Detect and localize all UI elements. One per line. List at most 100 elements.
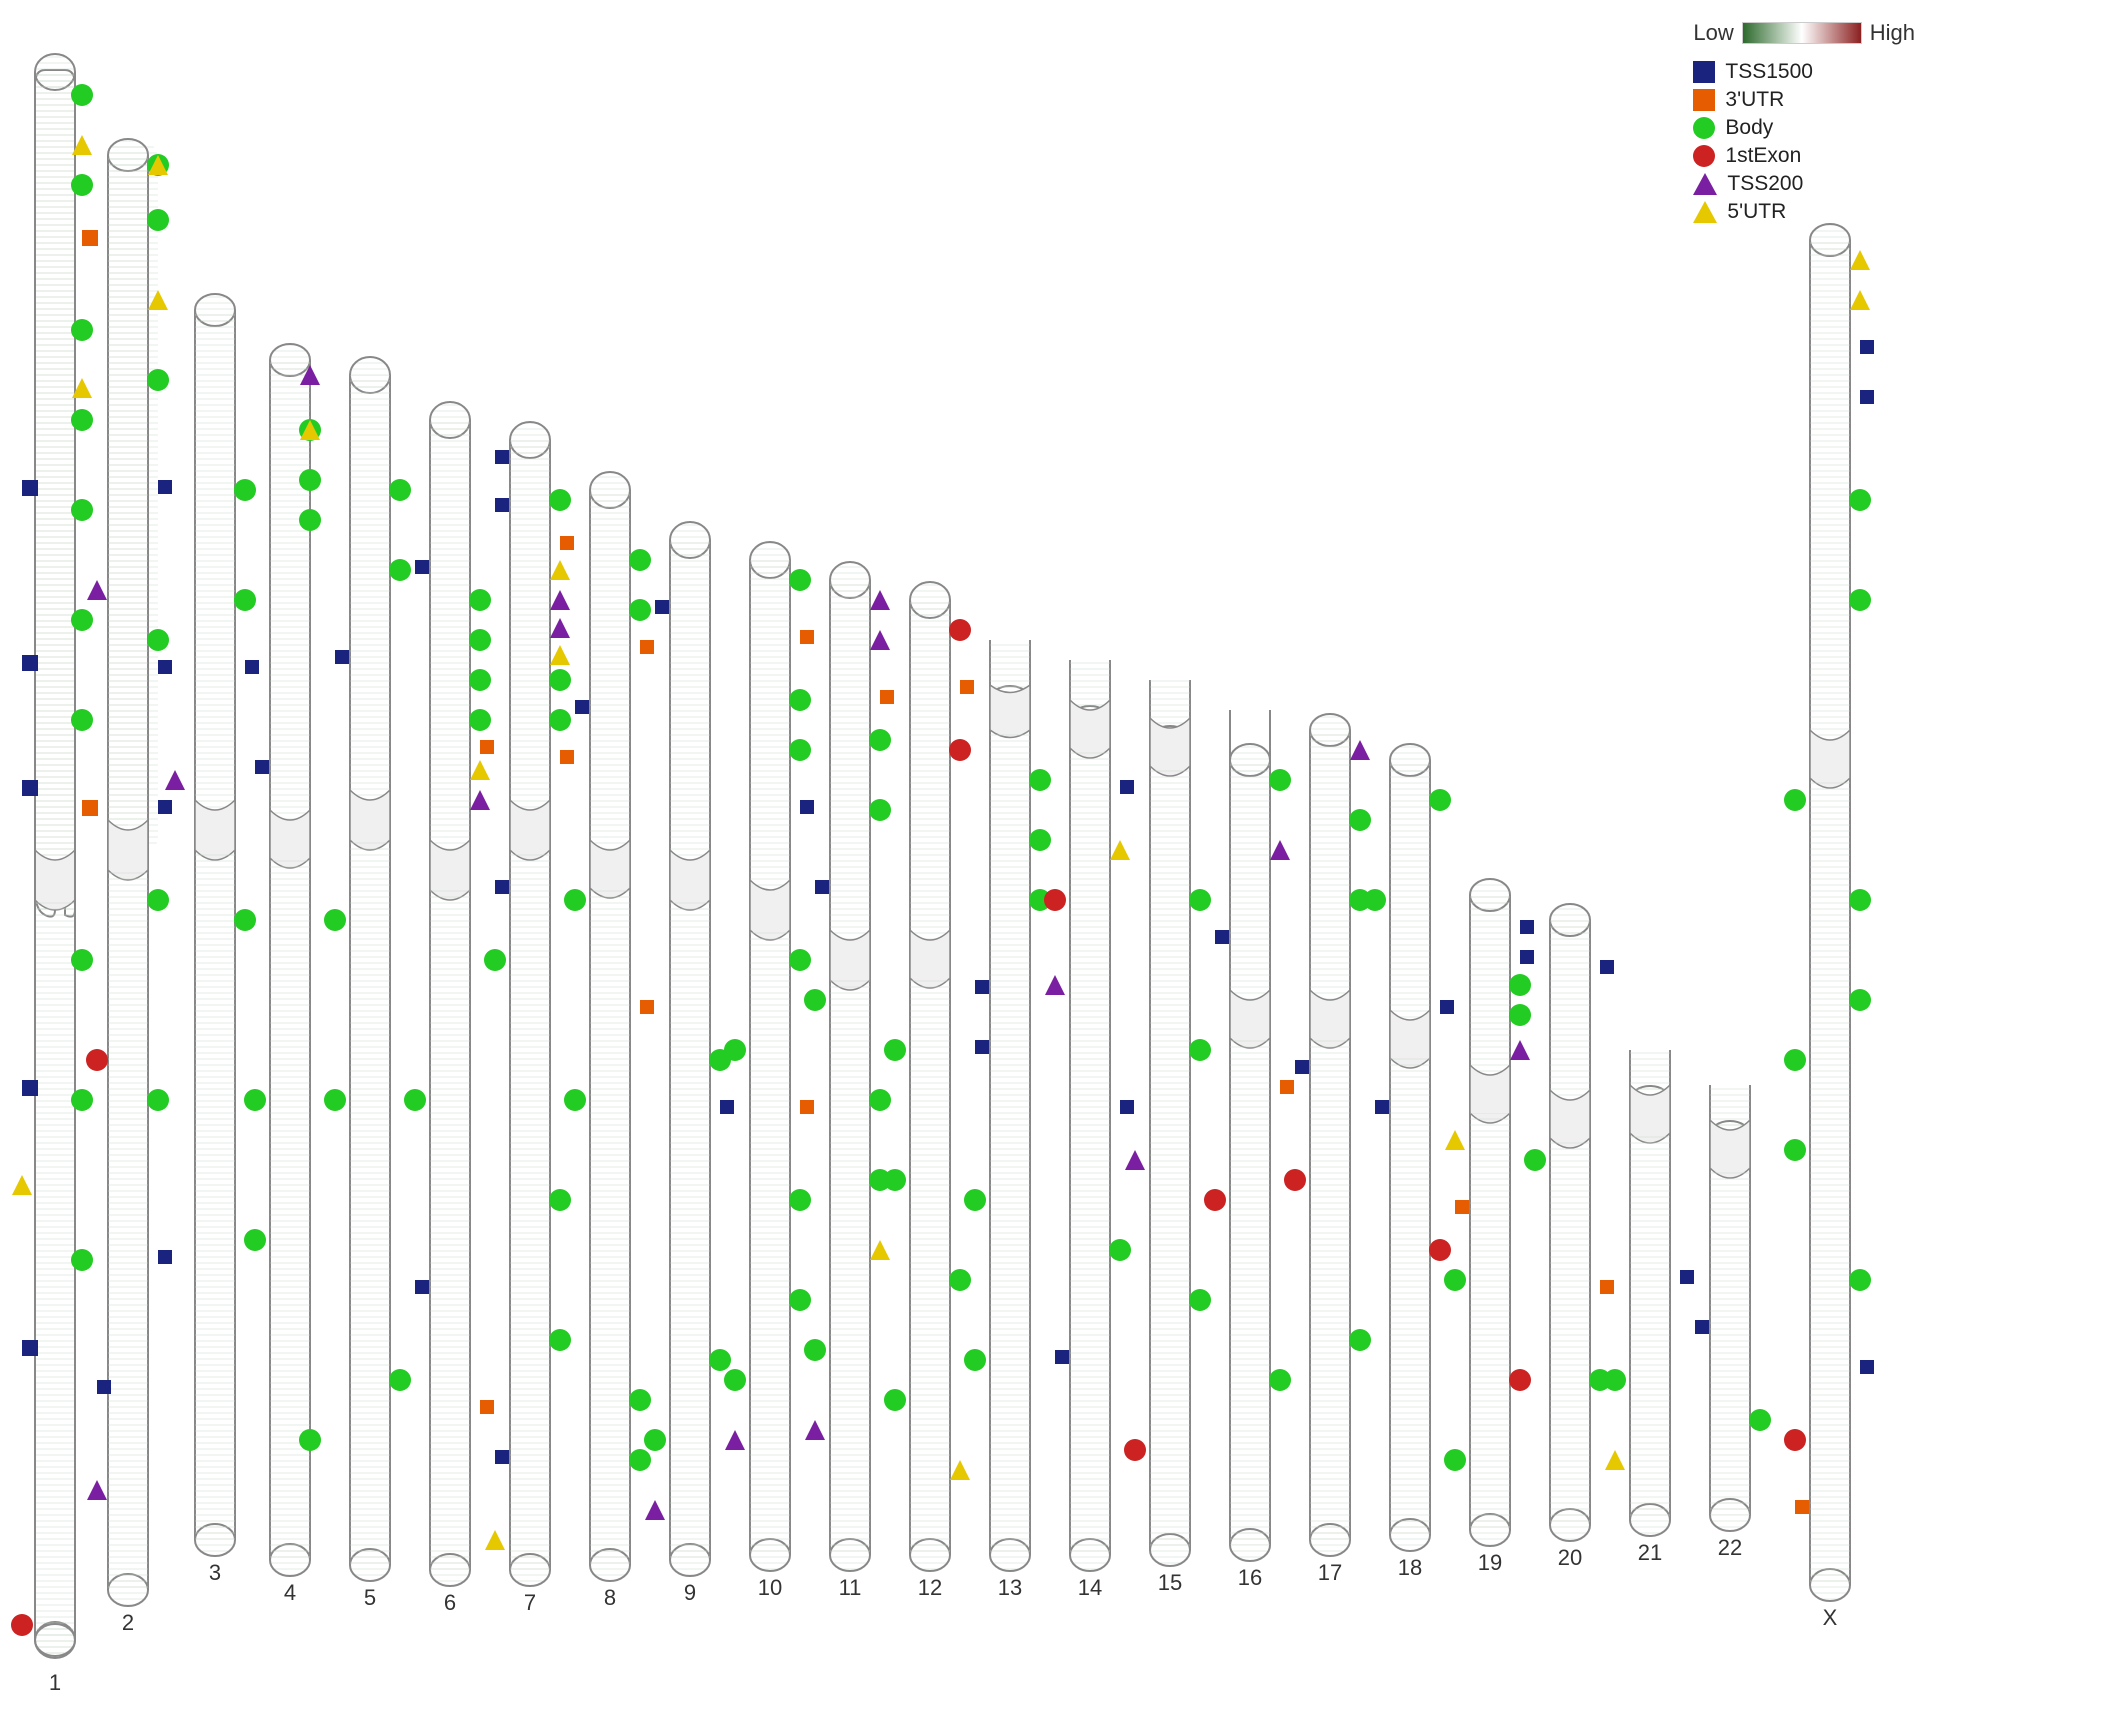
marker xyxy=(71,174,93,196)
marker xyxy=(870,630,890,650)
main-container: Low High TSS1500 3'UTR Body 1stExon xyxy=(0,0,2115,1733)
chrom-20: 20 xyxy=(1524,904,1614,1570)
marker xyxy=(335,650,349,664)
marker xyxy=(470,790,490,810)
marker xyxy=(789,1289,811,1311)
marker xyxy=(1849,589,1871,611)
svg-text:13: 13 xyxy=(998,1575,1022,1600)
marker xyxy=(560,750,574,764)
marker xyxy=(964,1349,986,1371)
marker xyxy=(324,1089,346,1111)
marker xyxy=(470,760,490,780)
marker xyxy=(165,770,185,790)
marker xyxy=(960,680,974,694)
marker xyxy=(645,1500,665,1520)
chrom-21: 21 xyxy=(1604,1050,1694,1565)
marker xyxy=(389,479,411,501)
marker xyxy=(1860,340,1874,354)
marker xyxy=(1749,1409,1771,1431)
marker xyxy=(469,629,491,651)
marker xyxy=(71,409,93,431)
marker xyxy=(299,469,321,491)
chromosomes-svg: 1 xyxy=(0,0,2115,1733)
marker xyxy=(1189,889,1211,911)
marker xyxy=(1429,789,1451,811)
marker xyxy=(1269,769,1291,791)
marker xyxy=(469,669,491,691)
marker xyxy=(1280,1080,1294,1094)
marker xyxy=(1109,1239,1131,1261)
marker xyxy=(484,949,506,971)
marker xyxy=(1849,989,1871,1011)
marker xyxy=(71,709,93,731)
marker xyxy=(1850,290,1870,310)
marker xyxy=(1600,960,1614,974)
marker xyxy=(389,1369,411,1391)
marker xyxy=(71,949,93,971)
chrom-2: 2 xyxy=(86,139,172,1635)
svg-text:12: 12 xyxy=(918,1575,942,1600)
svg-text:19: 19 xyxy=(1478,1550,1502,1575)
marker xyxy=(82,800,98,816)
svg-text:7: 7 xyxy=(524,1590,536,1615)
marker xyxy=(884,1389,906,1411)
marker xyxy=(950,1460,970,1480)
chrom-16: 16 xyxy=(1204,710,1294,1590)
marker xyxy=(158,660,172,674)
marker xyxy=(1125,1150,1145,1170)
marker xyxy=(71,609,93,631)
svg-text:4: 4 xyxy=(284,1580,296,1605)
marker xyxy=(255,760,269,774)
marker xyxy=(1215,930,1229,944)
marker xyxy=(1189,1289,1211,1311)
chrom-8: 8 xyxy=(564,472,654,1610)
marker xyxy=(22,1080,38,1096)
svg-text:10: 10 xyxy=(758,1575,782,1600)
marker xyxy=(1270,840,1290,860)
marker xyxy=(415,560,429,574)
marker xyxy=(640,640,654,654)
marker xyxy=(1784,1139,1806,1161)
marker xyxy=(805,1420,825,1440)
marker xyxy=(1680,1270,1694,1284)
marker xyxy=(720,1100,734,1114)
marker xyxy=(158,480,172,494)
marker xyxy=(147,629,169,651)
svg-text:21: 21 xyxy=(1638,1540,1662,1565)
marker xyxy=(804,989,826,1011)
marker xyxy=(82,230,98,246)
marker xyxy=(1509,1004,1531,1026)
marker xyxy=(1695,1320,1709,1334)
marker xyxy=(234,909,256,931)
marker xyxy=(1849,1269,1871,1291)
marker xyxy=(1445,1130,1465,1150)
marker xyxy=(97,1380,111,1394)
marker xyxy=(1045,975,1065,995)
marker xyxy=(495,450,509,464)
marker xyxy=(1295,1060,1309,1074)
marker xyxy=(299,1429,321,1451)
marker xyxy=(234,589,256,611)
chrom-11: 11 xyxy=(804,562,894,1600)
chrom-9: 9 xyxy=(644,522,734,1605)
marker xyxy=(869,1089,891,1111)
marker xyxy=(1524,1149,1546,1171)
marker xyxy=(629,1449,651,1471)
marker xyxy=(949,739,971,761)
chrom-label-1: 1 xyxy=(49,1670,61,1695)
marker xyxy=(800,800,814,814)
marker xyxy=(389,559,411,581)
marker xyxy=(1509,974,1531,996)
chrom-1: 1 xyxy=(11,54,98,1695)
marker xyxy=(550,560,570,580)
chrom-22: 22 xyxy=(1695,1085,1771,1560)
chrom-18: 18 xyxy=(1364,744,1454,1580)
marker xyxy=(564,1089,586,1111)
marker xyxy=(549,669,571,691)
marker xyxy=(1444,1449,1466,1471)
marker xyxy=(1120,1100,1134,1114)
marker xyxy=(789,949,811,971)
marker xyxy=(158,1250,172,1264)
svg-text:8: 8 xyxy=(604,1585,616,1610)
marker xyxy=(71,84,93,106)
